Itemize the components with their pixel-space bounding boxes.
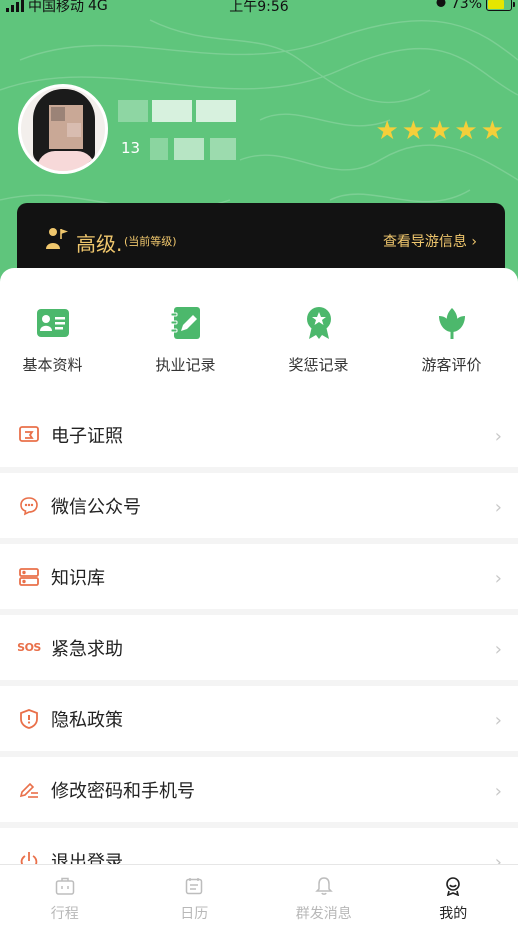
menu-label: 修改密码和手机号 bbox=[51, 780, 195, 802]
menu-item-change-password-phone[interactable]: 修改密码和手机号 › bbox=[0, 757, 518, 828]
chevron-right-icon: › bbox=[494, 710, 502, 731]
menu-label: 知识库 bbox=[51, 567, 105, 589]
user-badge-icon bbox=[442, 875, 464, 897]
menu-label: 电子证照 bbox=[51, 425, 123, 447]
id-card-icon bbox=[35, 306, 71, 340]
tab-itinerary[interactable]: 行程 bbox=[0, 865, 130, 932]
bottom-tab-bar: 行程 日历 群发消息 我的 bbox=[0, 864, 518, 932]
tab-broadcast-messages[interactable]: 群发消息 bbox=[259, 865, 389, 932]
tab-label: 日历 bbox=[180, 906, 209, 922]
shield-icon bbox=[18, 708, 40, 730]
status-bar: 中国移动 4G 上午9:56 73% bbox=[0, 0, 518, 22]
alarm-icon bbox=[435, 0, 447, 12]
bell-icon bbox=[313, 875, 335, 897]
star-icon: ★ bbox=[428, 116, 452, 146]
battery-icon bbox=[486, 0, 515, 11]
phone-number-redacted bbox=[150, 138, 236, 160]
quick-label: 基本资料 bbox=[22, 356, 83, 374]
chevron-right-icon: › bbox=[494, 639, 502, 660]
chevron-right-icon: › bbox=[494, 497, 502, 518]
star-icon: ★ bbox=[375, 116, 399, 146]
certificate-icon bbox=[18, 424, 40, 446]
settings-menu: 电子证照 › 微信公众号 › 知识库 › SOS 紧急求助 › 隐私政策 › 修… bbox=[0, 402, 518, 899]
guide-flag-icon bbox=[46, 228, 68, 249]
menu-label: 隐私政策 bbox=[51, 709, 123, 731]
tab-label: 行程 bbox=[50, 906, 79, 922]
menu-item-privacy-policy[interactable]: 隐私政策 › bbox=[0, 686, 518, 757]
chevron-right-icon: › bbox=[494, 568, 502, 589]
menu-item-knowledge-base[interactable]: 知识库 › bbox=[0, 544, 518, 615]
menu-item-emergency[interactable]: SOS 紧急求助 › bbox=[0, 615, 518, 686]
quick-practice-record[interactable]: 执业记录 bbox=[119, 306, 252, 375]
server-icon bbox=[18, 566, 40, 588]
menu-item-e-license[interactable]: 电子证照 › bbox=[0, 402, 518, 473]
star-icon: ★ bbox=[454, 116, 478, 146]
leaf-icon bbox=[434, 306, 470, 340]
tab-calendar[interactable]: 日历 bbox=[130, 865, 260, 932]
menu-label: 微信公众号 bbox=[51, 496, 141, 518]
star-icon: ★ bbox=[401, 116, 426, 146]
menu-label: 紧急求助 bbox=[51, 638, 123, 660]
pencil-lines-icon bbox=[18, 779, 40, 801]
notebook-pen-icon bbox=[168, 306, 204, 340]
quick-label: 游客评价 bbox=[421, 356, 482, 374]
battery-percent: 73% bbox=[450, 0, 482, 12]
award-ribbon-icon bbox=[301, 306, 337, 340]
quick-actions: 基本资料 执业记录 奖惩记录 游客评价 bbox=[0, 306, 518, 375]
sos-icon: SOS bbox=[17, 637, 41, 659]
user-name-redacted bbox=[118, 100, 236, 122]
chevron-right-icon: › bbox=[494, 426, 502, 447]
chat-bubble-icon bbox=[18, 495, 40, 517]
briefcase-icon bbox=[54, 875, 76, 897]
phone-number: 13 bbox=[121, 139, 141, 157]
content-sheet: 基本资料 执业记录 奖惩记录 游客评价 电子证照 › 微信公众号 › 知识库 ›… bbox=[0, 268, 518, 899]
level-label: 高级. bbox=[76, 232, 123, 256]
star-icon: ★ bbox=[480, 116, 504, 146]
quick-label: 执业记录 bbox=[155, 356, 216, 374]
quick-label: 奖惩记录 bbox=[288, 356, 349, 374]
quick-basic-info[interactable]: 基本资料 bbox=[0, 306, 119, 375]
tab-label: 群发消息 bbox=[295, 906, 352, 922]
level-note: (当前等级) bbox=[124, 235, 177, 248]
view-guide-info-link[interactable]: 查看导游信息 › bbox=[383, 231, 477, 251]
menu-item-wechat-official[interactable]: 微信公众号 › bbox=[0, 473, 518, 544]
calendar-icon bbox=[183, 875, 205, 897]
tab-mine[interactable]: 我的 bbox=[389, 865, 518, 932]
quick-award-record[interactable]: 奖惩记录 bbox=[252, 306, 385, 375]
chevron-right-icon: › bbox=[494, 781, 502, 802]
sos-icon-text: SOS bbox=[17, 641, 41, 654]
quick-visitor-review[interactable]: 游客评价 bbox=[385, 306, 518, 375]
tab-label: 我的 bbox=[439, 906, 468, 922]
rating-stars: ★ ★ ★ ★ ★ bbox=[375, 118, 504, 144]
avatar[interactable] bbox=[18, 84, 108, 174]
